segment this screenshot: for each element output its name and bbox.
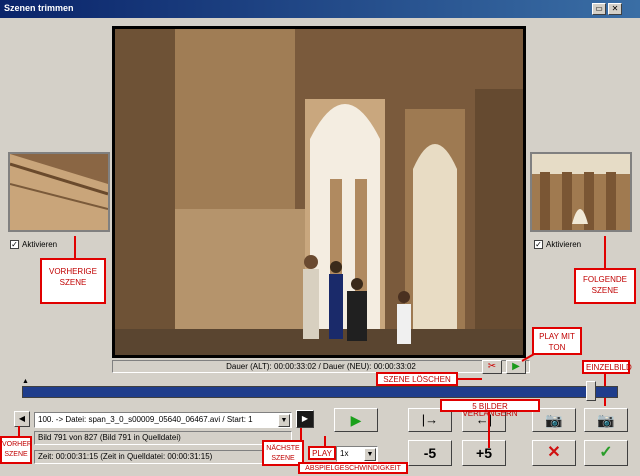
delete-scene-button[interactable]: ✂ xyxy=(482,360,502,374)
close-icon: ✕ xyxy=(547,444,561,461)
play-with-sound-button[interactable]: ▶ xyxy=(506,360,526,374)
chevron-down-icon[interactable]: ▼ xyxy=(278,414,290,427)
scene-select-value: 100. -> Datei: span_3_0_s00009_05640_064… xyxy=(38,415,253,424)
camera-icon: 📷 xyxy=(545,412,563,428)
time-info: Zeit: 00:00:31:15 (Zeit in Quelldatei: 0… xyxy=(34,450,294,464)
annotation-arrow xyxy=(488,412,490,448)
annotation-arrow xyxy=(324,436,326,446)
minus-5-frames-button[interactable]: -5 xyxy=(408,440,452,466)
play-icon: ▶ xyxy=(512,361,520,372)
cancel-button[interactable]: ✕ xyxy=(532,440,576,466)
annotation-previous-scene-short: VORHER SZENE xyxy=(0,436,32,464)
next-scene-activate-row[interactable]: ✓ Aktivieren xyxy=(534,240,581,249)
annotation-delete-scene: SZENE LÖSCHEN xyxy=(376,372,458,386)
duration-display: Dauer (ALT): 00:00:33:02 / Dauer (NEU): … xyxy=(112,360,530,373)
next-scene-checkbox[interactable]: ✓ xyxy=(534,240,543,249)
annotation-arrow xyxy=(300,428,302,440)
window-title: Szenen trimmen xyxy=(4,3,74,13)
scene-select[interactable]: 100. -> Datei: span_3_0_s00009_05640_064… xyxy=(34,412,292,428)
previous-scene-thumbnail[interactable] xyxy=(8,152,110,232)
annotation-previous-scene: VORHERIGE SZENE xyxy=(40,258,106,304)
annotation-single-frame: EINZELBILD xyxy=(582,360,632,374)
timeline-slider-thumb[interactable] xyxy=(586,381,596,401)
triangle-right-icon: ▶ xyxy=(301,414,309,423)
close-icon[interactable]: ✕ xyxy=(608,3,622,15)
play-icon: ▶ xyxy=(350,412,362,428)
annotation-play-with-sound: PLAY MIT TON xyxy=(532,327,582,355)
previous-scene-checkbox-label: Aktivieren xyxy=(22,240,58,249)
alhambra-image xyxy=(115,29,523,355)
speed-select-value: 1x xyxy=(340,449,349,458)
minus-5-label: -5 xyxy=(423,445,437,461)
triangle-left-icon: ◀ xyxy=(18,414,26,423)
annotation-next-scene: FOLGENDE SZENE xyxy=(574,268,636,304)
next-scene-button[interactable]: ▶ xyxy=(296,410,314,428)
plus-5-frames-button[interactable]: +5 xyxy=(462,440,506,466)
previous-scene-button[interactable]: ◀ xyxy=(14,411,30,427)
frame-info: Bild 791 von 827 (Bild 791 in Quelldatei… xyxy=(34,431,292,445)
play-button[interactable]: ▶ xyxy=(334,408,378,432)
next-scene-thumbnail[interactable] xyxy=(530,152,632,232)
previous-scene-checkbox[interactable]: ✓ xyxy=(10,240,19,249)
annotation-arrow xyxy=(604,236,606,268)
next-scene-checkbox-label: Aktivieren xyxy=(546,240,582,249)
ok-button[interactable]: ✓ xyxy=(584,440,628,466)
video-preview xyxy=(112,26,526,358)
single-frame-button[interactable]: 📷 xyxy=(584,408,628,432)
title-bar: Szenen trimmen xyxy=(0,0,640,18)
annotation-play: PLAY xyxy=(308,446,336,460)
annotation-arrow xyxy=(74,236,76,258)
annotation-arrow xyxy=(458,378,482,380)
restore-icon[interactable]: ▭ xyxy=(592,3,606,15)
annotation-speed: ABSPIELGESCHWINDIGKEIT xyxy=(298,462,408,474)
annotation-arrow xyxy=(18,426,20,436)
bar-arrow-right-icon: |→ xyxy=(421,412,439,427)
previous-scene-activate-row[interactable]: ✓ Aktivieren xyxy=(10,240,57,249)
timeline-start-marker: ▲ xyxy=(22,378,29,385)
checkmark-icon: ✓ xyxy=(599,444,613,461)
annotation-extend-5: 5 BILDER VERLÄNGERN xyxy=(440,399,540,418)
scissors-icon: ✂ xyxy=(487,361,497,372)
timeline-track[interactable] xyxy=(22,386,618,398)
chevron-down-icon[interactable]: ▼ xyxy=(364,448,376,461)
camera-icon: 📷 xyxy=(597,412,615,428)
speed-select[interactable]: 1x ▼ xyxy=(336,446,378,462)
